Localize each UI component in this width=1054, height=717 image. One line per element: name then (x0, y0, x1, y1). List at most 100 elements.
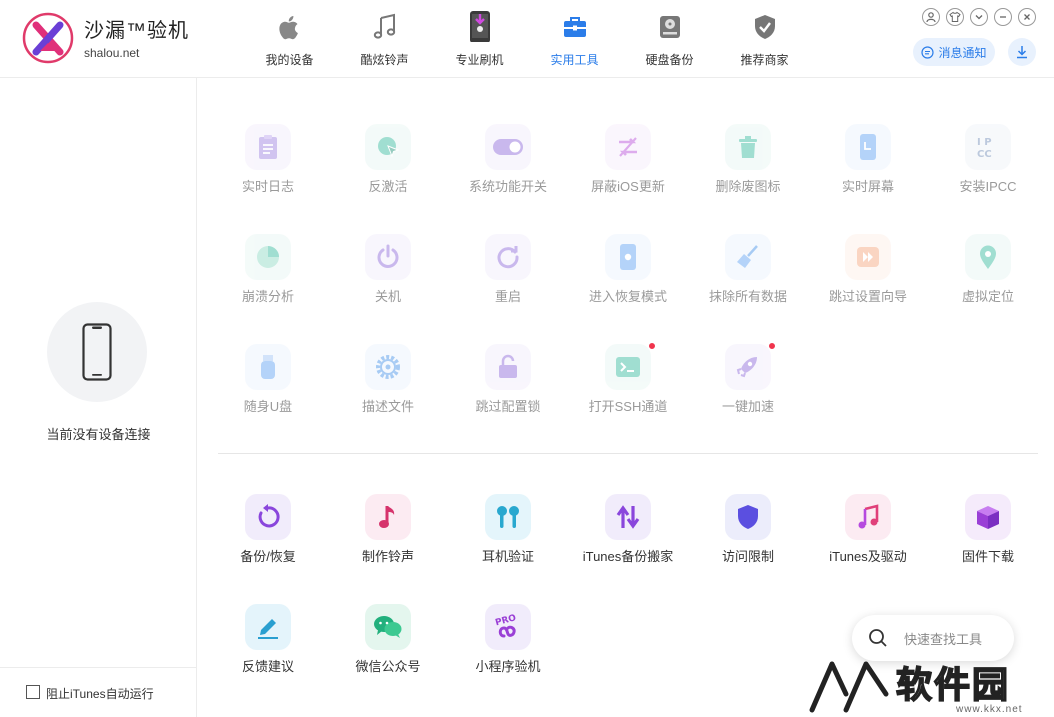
tool-restart[interactable]: 重启 (448, 234, 568, 314)
tool-label: 反馈建议 (241, 659, 294, 674)
power-icon (365, 234, 411, 280)
watermark-url: www.kkx.net (956, 704, 1023, 715)
music-note-icon (373, 13, 395, 39)
tool-label: 耳机验证 (481, 549, 534, 564)
backup-restore-icon (245, 494, 291, 540)
tool-access-restriction[interactable]: 访问限制 (688, 494, 808, 574)
tool-label: 抹除所有数据 (708, 289, 787, 304)
search-icon (869, 629, 887, 647)
menu-button[interactable] (970, 8, 988, 26)
tool-one-click-speedup[interactable]: 一键加速 (688, 342, 808, 424)
trash-icon (725, 124, 771, 170)
tool-erase-data[interactable]: 抹除所有数据 (688, 234, 808, 314)
shield-check-icon (754, 15, 775, 39)
tool-label: iTunes及驱动 (829, 549, 907, 564)
tool-feedback[interactable]: 反馈建议 (208, 604, 328, 684)
brand: 沙漏™验机 shalou.net (84, 14, 189, 60)
toolbox-icon (563, 17, 586, 37)
tool-wechat-account[interactable]: 微信公众号 (328, 604, 448, 684)
nav-disk-backup[interactable]: 硬盘备份 (622, 0, 717, 78)
nav-tools[interactable]: 实用工具 (527, 0, 622, 78)
tool-system-switch[interactable]: 系统功能开关 (448, 124, 568, 204)
brand-subtitle: shalou.net (84, 46, 140, 60)
terminal-icon (605, 344, 651, 390)
nav-my-device[interactable]: 我的设备 (242, 0, 337, 78)
apple-icon (278, 16, 298, 40)
tool-deactivate[interactable]: 反激活 (328, 124, 448, 204)
tool-recovery-mode[interactable]: 进入恢复模式 (568, 234, 688, 314)
tool-earphone-check[interactable]: 耳机验证 (448, 494, 568, 574)
tool-shutdown[interactable]: 关机 (328, 234, 448, 314)
tool-install-ipcc[interactable]: I P CC 安装IPCC (928, 124, 1048, 204)
tool-label: 微信公众号 (355, 659, 421, 674)
nav-label: 专业刷机 (455, 53, 504, 67)
live-screen-icon (845, 124, 891, 170)
tool-label: 小程序验机 (475, 659, 541, 674)
tool-label: 关机 (374, 289, 401, 304)
svg-text:I P: I P (977, 137, 992, 148)
app-window: 沙漏™验机 shalou.net 我的设备 酷炫铃声 专业刷机 实用工具 硬盘备… (0, 0, 1054, 717)
tool-label: 跳过配置锁 (475, 399, 541, 414)
phone-flash-icon (469, 11, 490, 42)
search-placeholder: 快速查找工具 (904, 631, 983, 647)
nav-recommended[interactable]: 推荐商家 (717, 0, 812, 78)
tool-label: 虚拟定位 (961, 289, 1014, 304)
device-sidebar: 当前没有设备连接 阻止iTunes自动运行 (0, 78, 197, 717)
tool-profile[interactable]: 描述文件 (328, 344, 448, 424)
shirt-icon (949, 11, 961, 22)
block-update-icon (605, 124, 651, 170)
message-icon (921, 45, 935, 59)
tool-label: 系统功能开关 (468, 179, 547, 194)
tool-usb-drive[interactable]: 随身U盘 (208, 344, 328, 424)
tool-label: 崩溃分析 (241, 289, 294, 304)
tool-delete-icons[interactable]: 删除废图标 (688, 124, 808, 204)
skin-button[interactable] (946, 8, 964, 26)
user-button[interactable] (922, 8, 940, 26)
tool-label: iTunes备份搬家 (582, 549, 674, 564)
minimize-button[interactable] (994, 8, 1012, 26)
toggle-switch-icon (485, 124, 531, 170)
tool-live-screen[interactable]: 实时屏幕 (808, 124, 928, 204)
close-button[interactable] (1018, 8, 1036, 26)
quick-search-input[interactable]: 快速查找工具 (852, 615, 1014, 661)
nav-label: 酷炫铃声 (360, 53, 409, 67)
tool-label: 随身U盘 (243, 399, 293, 414)
tool-ssh-tunnel[interactable]: 打开SSH通道 (568, 342, 688, 424)
tool-label: 实时日志 (241, 179, 294, 194)
block-itunes-checkbox[interactable] (26, 685, 40, 699)
transfer-arrows-icon (605, 494, 651, 540)
tool-crash-analysis[interactable]: 崩溃分析 (208, 234, 328, 314)
tool-make-ringtone[interactable]: 制作铃声 (328, 494, 448, 574)
tool-skip-setup[interactable]: 跳过设置向导 (808, 234, 928, 314)
brand-title: 沙漏™验机 (84, 20, 189, 42)
unlock-icon (485, 344, 531, 390)
nav-label: 硬盘备份 (645, 53, 694, 67)
new-badge (768, 342, 776, 350)
nav-pro-flash[interactable]: 专业刷机 (432, 0, 527, 78)
section-divider (218, 453, 1038, 454)
restart-icon (485, 234, 531, 280)
tool-itunes-driver[interactable]: iTunes及驱动 (808, 494, 928, 574)
deactivate-cursor-icon (365, 124, 411, 170)
download-button[interactable] (1008, 38, 1036, 66)
tool-label: 打开SSH通道 (588, 399, 668, 414)
svg-text:PRO: PRO (494, 613, 517, 628)
clipboard-log-icon (245, 124, 291, 170)
earbuds-icon (485, 494, 531, 540)
tool-label: 进入恢复模式 (588, 289, 667, 304)
pie-chart-icon (245, 234, 291, 280)
tool-skip-config-lock[interactable]: 跳过配置锁 (448, 344, 568, 424)
nav-ringtones[interactable]: 酷炫铃声 (337, 0, 432, 78)
tool-backup-restore[interactable]: 备份/恢复 (208, 494, 328, 574)
tool-firmware-download[interactable]: 固件下载 (928, 494, 1048, 574)
tool-mini-program-check[interactable]: PRO 小程序验机 (448, 604, 568, 684)
svg-text:CC: CC (977, 149, 992, 160)
block-itunes-label[interactable]: 阻止iTunes自动运行 (46, 685, 154, 702)
message-notification-button[interactable]: 消息通知 (913, 38, 995, 66)
tool-realtime-log[interactable]: 实时日志 (208, 124, 328, 204)
tool-block-ios-update[interactable]: 屏蔽iOS更新 (568, 124, 688, 204)
tool-virtual-location[interactable]: 虚拟定位 (928, 234, 1048, 314)
close-icon (1024, 14, 1030, 20)
recovery-mode-icon (605, 234, 651, 280)
tool-itunes-backup-move[interactable]: iTunes备份搬家 (568, 494, 688, 574)
